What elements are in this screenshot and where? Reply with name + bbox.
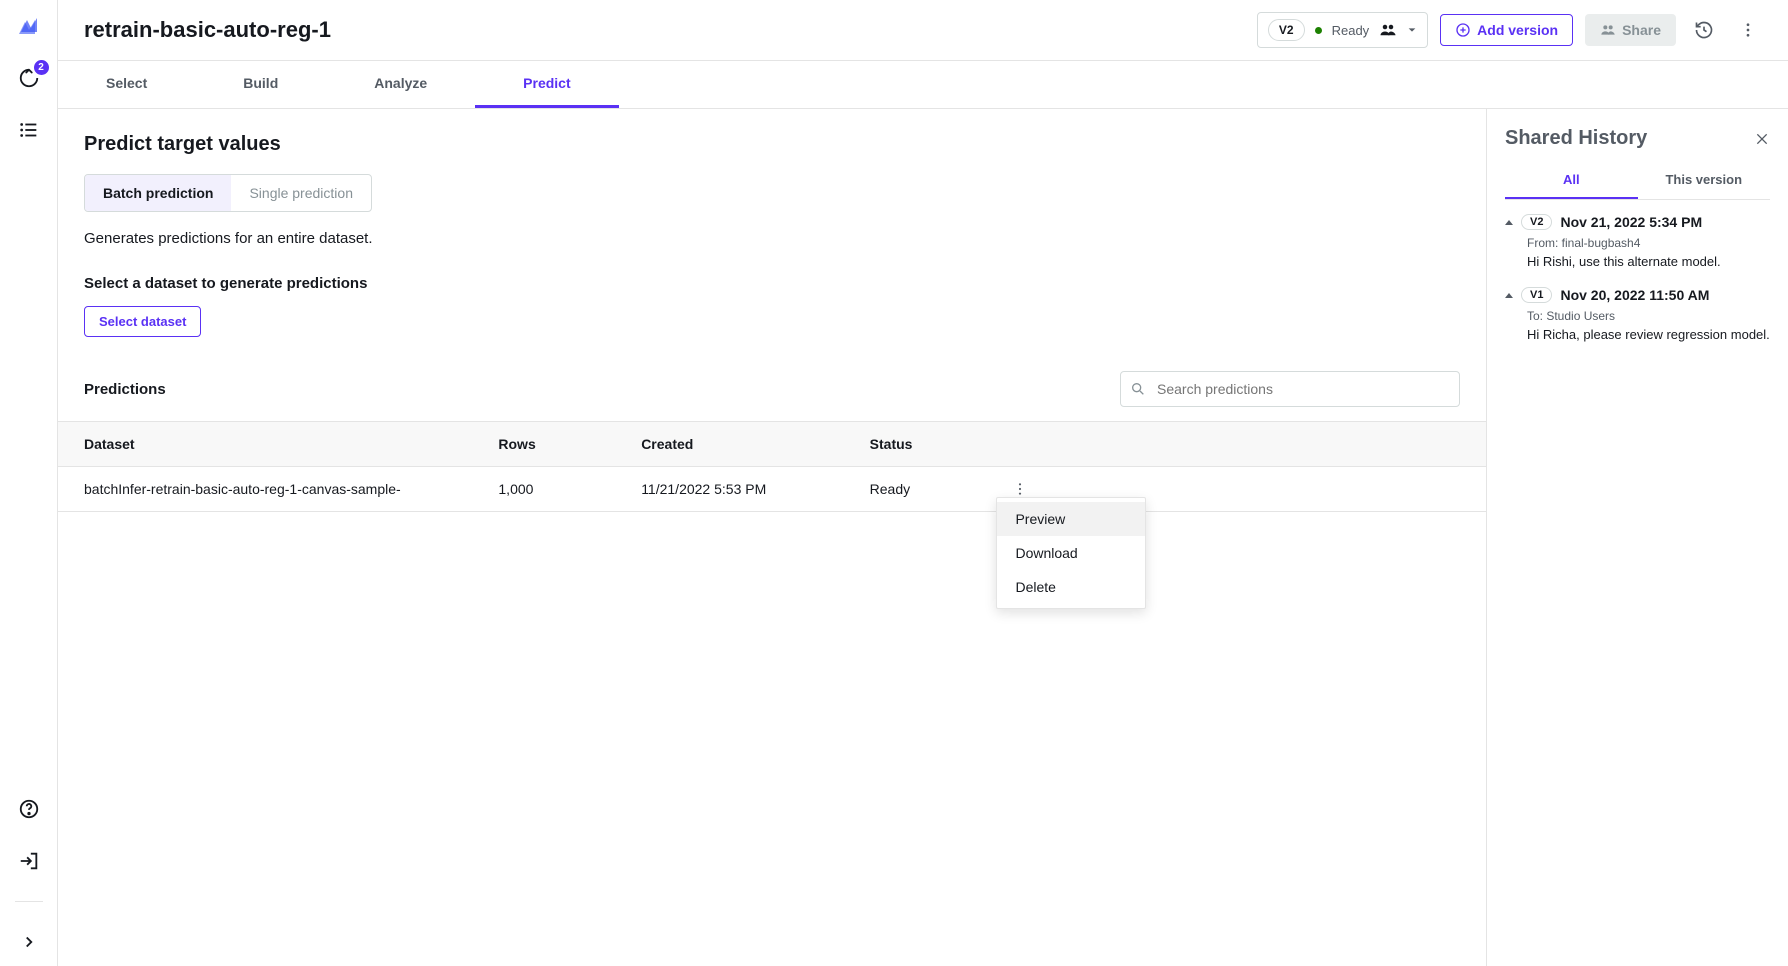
help-icon[interactable] — [17, 797, 41, 821]
more-icon[interactable] — [1732, 14, 1764, 46]
share-button: Share — [1585, 14, 1676, 46]
plus-circle-icon — [1455, 22, 1471, 38]
share-label: Share — [1622, 22, 1661, 38]
row-actions-menu: Preview Download Delete — [996, 497, 1146, 609]
main-tabs: Select Build Analyze Predict — [58, 61, 1788, 109]
history-item: V2 Nov 21, 2022 5:34 PM From: final-bugb… — [1505, 214, 1770, 269]
prediction-description: Generates predictions for an entire data… — [84, 230, 1460, 247]
tab-select[interactable]: Select — [58, 61, 195, 108]
version-chip: V2 — [1268, 19, 1305, 41]
status-dot-icon — [1315, 27, 1322, 34]
col-dataset: Dataset — [58, 422, 486, 467]
caret-up-icon[interactable] — [1505, 220, 1513, 225]
page-title: retrain-basic-auto-reg-1 — [84, 17, 1245, 43]
search-icon — [1130, 381, 1146, 397]
cell-rows: 1,000 — [486, 467, 629, 512]
history-version-chip: V2 — [1521, 214, 1552, 230]
history-item: V1 Nov 20, 2022 11:50 AM To: Studio User… — [1505, 287, 1770, 342]
menu-download[interactable]: Download — [997, 536, 1145, 570]
col-status: Status — [858, 422, 1001, 467]
shared-history-panel: Shared History All This version V2 Nov 2… — [1486, 109, 1788, 966]
add-version-button[interactable]: Add version — [1440, 14, 1573, 46]
prediction-type-toggle: Batch prediction Single prediction — [84, 174, 372, 212]
cell-dataset: batchInfer-retrain-basic-auto-reg-1-canv… — [58, 467, 486, 512]
batch-prediction-tab[interactable]: Batch prediction — [85, 175, 231, 211]
search-input[interactable] — [1120, 371, 1460, 407]
col-rows: Rows — [486, 422, 629, 467]
content-area: Predict target values Batch prediction S… — [58, 109, 1486, 966]
exit-icon[interactable] — [17, 849, 41, 873]
single-prediction-tab[interactable]: Single prediction — [231, 175, 371, 211]
menu-preview[interactable]: Preview — [997, 502, 1145, 536]
panel-tab-all[interactable]: All — [1505, 162, 1638, 199]
version-selector[interactable]: V2 Ready — [1257, 12, 1428, 48]
close-panel-icon[interactable] — [1754, 131, 1770, 147]
logo[interactable] — [17, 14, 41, 38]
cell-status: Ready — [858, 467, 1001, 512]
panel-tab-this[interactable]: This version — [1638, 162, 1771, 199]
activity-badge: 2 — [34, 60, 49, 75]
table-row: batchInfer-retrain-basic-auto-reg-1-canv… — [58, 467, 1486, 512]
caret-up-icon[interactable] — [1505, 293, 1513, 298]
tab-analyze[interactable]: Analyze — [326, 61, 475, 108]
history-message: Hi Rishi, use this alternate model. — [1527, 254, 1770, 269]
predictions-table: Dataset Rows Created Status batchInfer-r… — [58, 421, 1486, 512]
people-icon — [1600, 22, 1616, 38]
history-date: Nov 20, 2022 11:50 AM — [1560, 287, 1709, 303]
tab-predict[interactable]: Predict — [475, 61, 618, 108]
history-date: Nov 21, 2022 5:34 PM — [1560, 214, 1702, 230]
row-more-icon[interactable] — [1012, 481, 1474, 497]
left-rail: 2 — [0, 0, 58, 966]
history-meta: From: final-bugbash4 — [1527, 236, 1770, 250]
expand-rail-icon[interactable] — [17, 930, 41, 954]
col-created: Created — [629, 422, 857, 467]
menu-delete[interactable]: Delete — [997, 570, 1145, 604]
people-icon — [1379, 21, 1397, 39]
history-version-chip: V1 — [1521, 287, 1552, 303]
predict-heading: Predict target values — [84, 133, 1460, 156]
chevron-down-icon — [1407, 25, 1417, 35]
list-icon[interactable] — [17, 118, 41, 142]
select-dataset-button[interactable]: Select dataset — [84, 306, 201, 337]
panel-title: Shared History — [1505, 127, 1647, 150]
history-message: Hi Richa, please review regression model… — [1527, 327, 1770, 342]
search-predictions — [1120, 371, 1460, 407]
cell-created: 11/21/2022 5:53 PM — [629, 467, 857, 512]
activity-icon[interactable]: 2 — [17, 66, 41, 90]
history-meta: To: Studio Users — [1527, 309, 1770, 323]
history-icon[interactable] — [1688, 14, 1720, 46]
predictions-label: Predictions — [84, 381, 166, 398]
select-dataset-label: Select a dataset to generate predictions — [84, 275, 1460, 292]
add-version-label: Add version — [1477, 22, 1558, 38]
status-text: Ready — [1332, 23, 1370, 38]
page-header: retrain-basic-auto-reg-1 V2 Ready Add ve… — [58, 0, 1788, 61]
tab-build[interactable]: Build — [195, 61, 326, 108]
table-header-row: Dataset Rows Created Status — [58, 422, 1486, 467]
